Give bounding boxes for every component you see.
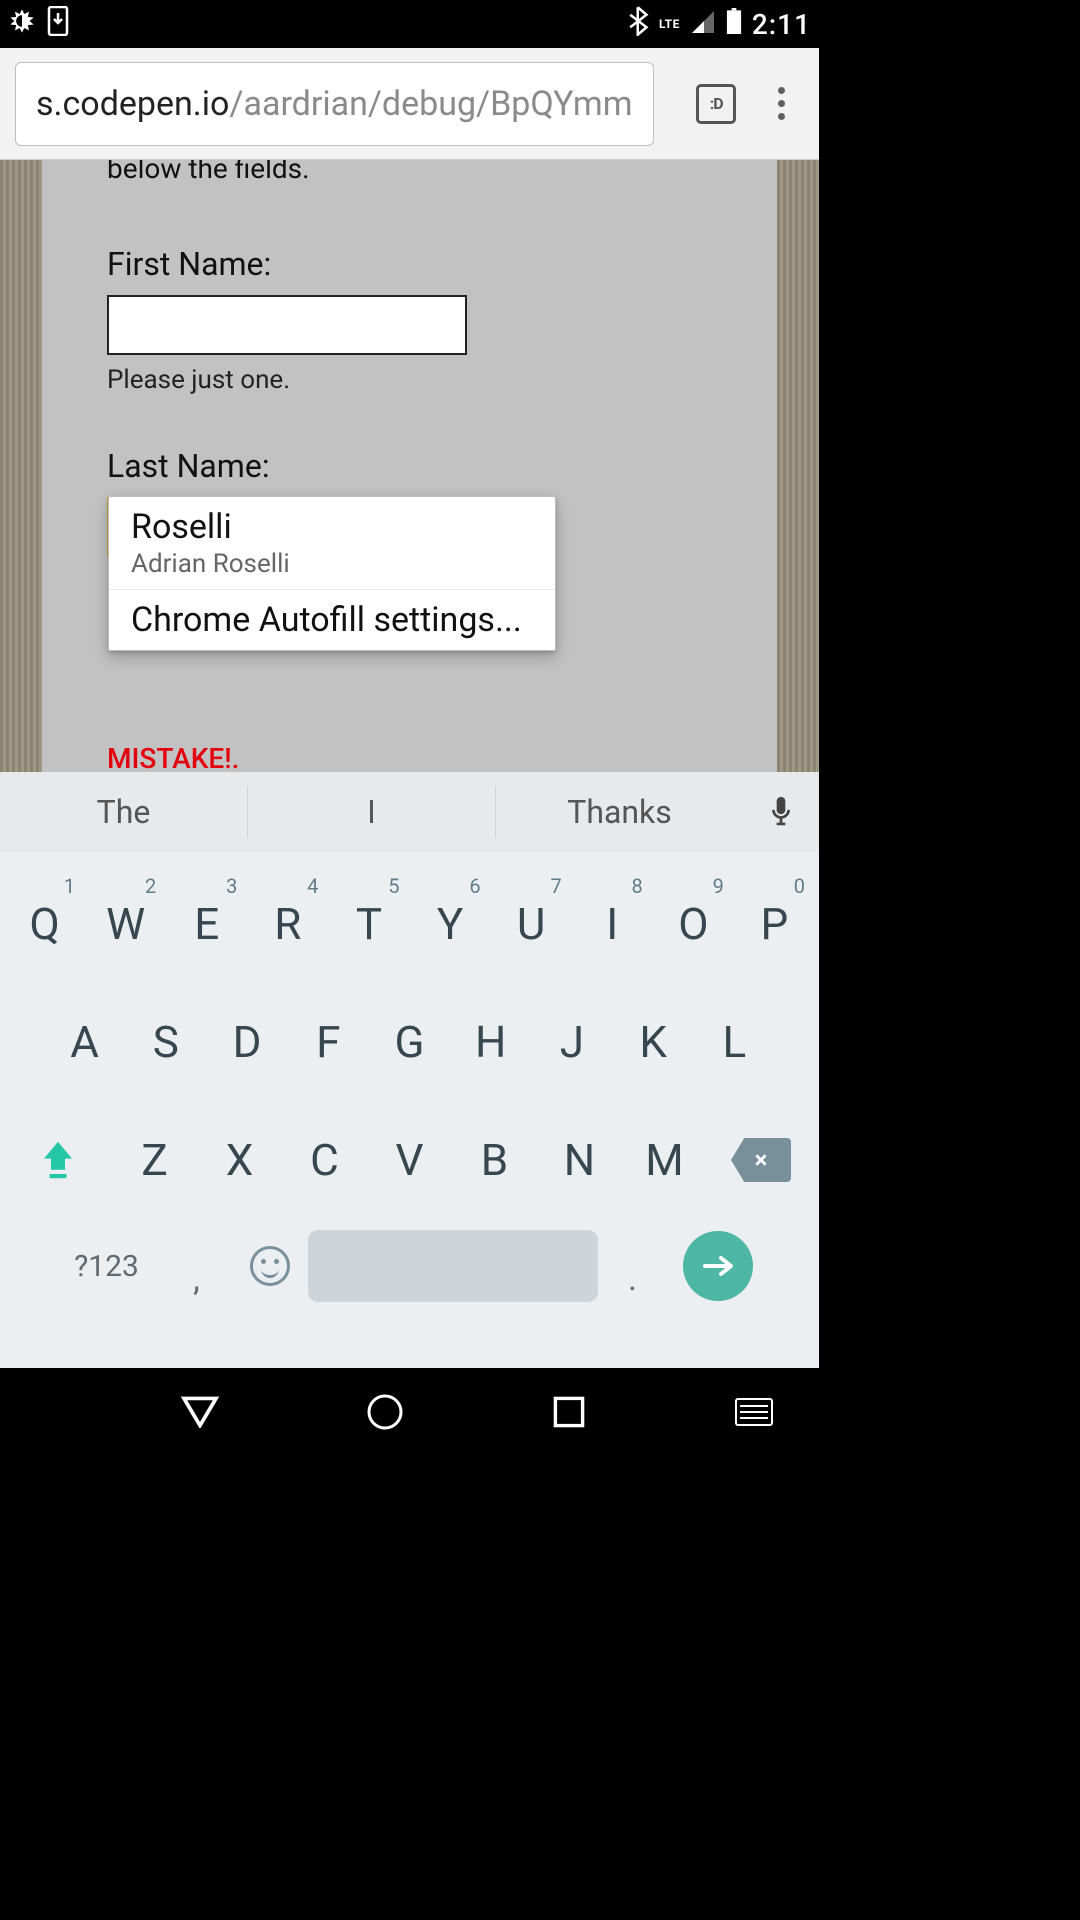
first-name-hint: Please just one. <box>107 365 712 395</box>
symbols-key[interactable]: ?123 <box>52 1249 162 1284</box>
enter-key[interactable] <box>668 1231 768 1301</box>
download-icon <box>46 6 70 43</box>
bluetooth-icon <box>629 6 649 43</box>
key-n[interactable]: N <box>537 1110 622 1210</box>
first-name-field-block: First Name: Please just one. <box>107 245 712 395</box>
suggestion-2[interactable]: I <box>248 786 496 838</box>
key-l[interactable]: L <box>694 992 775 1092</box>
key-v[interactable]: V <box>367 1110 452 1210</box>
decorative-left-strip <box>0 160 42 772</box>
autofill-primary-text: Roselli <box>131 507 533 547</box>
brightness-icon <box>8 7 36 42</box>
key-d[interactable]: D <box>206 992 287 1092</box>
keyboard-icon <box>735 1398 773 1426</box>
key-i[interactable]: I8 <box>572 874 653 974</box>
emoji-icon <box>250 1246 290 1286</box>
autofill-suggestion[interactable]: Roselli Adrian Roselli <box>109 497 555 590</box>
backspace-key[interactable]: × <box>707 1110 815 1210</box>
tab-count-badge: :D <box>696 84 736 124</box>
suggestion-bar: The I Thanks <box>0 772 819 852</box>
key-u[interactable]: U7 <box>491 874 572 974</box>
voice-input-button[interactable] <box>743 794 819 830</box>
key-q[interactable]: Q1 <box>4 874 85 974</box>
ime-switcher-button[interactable] <box>729 1387 779 1437</box>
key-b[interactable]: B <box>452 1110 537 1210</box>
battery-icon <box>726 8 742 41</box>
first-name-input[interactable] <box>107 295 467 355</box>
home-button[interactable] <box>360 1387 410 1437</box>
decorative-right-strip <box>777 160 819 772</box>
web-content: below the fields. First Name: Please jus… <box>0 160 819 772</box>
backspace-icon: × <box>731 1138 791 1182</box>
android-status-bar: LTE 2:11 <box>0 0 819 48</box>
back-icon <box>181 1396 219 1428</box>
tab-switcher-button[interactable]: :D <box>694 77 739 131</box>
recents-button[interactable] <box>544 1387 594 1437</box>
autofill-dropdown: Roselli Adrian Roselli Chrome Autofill s… <box>108 496 556 651</box>
soft-keyboard: The I Thanks Q1W2E3R4T5Y6U7I8O9P0 ASDFGH… <box>0 772 819 1368</box>
enter-icon <box>683 1231 753 1301</box>
key-g[interactable]: G <box>369 992 450 1092</box>
suggestion-3[interactable]: Thanks <box>496 786 743 838</box>
overflow-menu-button[interactable] <box>759 77 804 131</box>
key-j[interactable]: J <box>531 992 612 1092</box>
signal-icon <box>690 8 716 41</box>
key-w[interactable]: W2 <box>85 874 166 974</box>
key-p[interactable]: P0 <box>734 874 815 974</box>
more-vert-icon <box>778 87 785 120</box>
first-name-label: First Name: <box>107 245 712 283</box>
key-o[interactable]: O9 <box>653 874 734 974</box>
key-c[interactable]: C <box>282 1110 367 1210</box>
autofill-settings-link[interactable]: Chrome Autofill settings... <box>109 590 555 650</box>
suggestion-1[interactable]: The <box>0 786 248 838</box>
microphone-icon <box>768 794 794 830</box>
browser-toolbar: s.codepen.io/aardrian/debug/BpQYmm :D <box>0 48 819 160</box>
emoji-key[interactable] <box>232 1246 308 1286</box>
key-x[interactable]: X <box>197 1110 282 1210</box>
key-k[interactable]: K <box>613 992 694 1092</box>
key-r[interactable]: R4 <box>247 874 328 974</box>
shift-key[interactable] <box>4 1110 112 1210</box>
home-icon <box>365 1392 405 1432</box>
error-message: MISTAKE!. <box>107 742 712 772</box>
key-y[interactable]: Y6 <box>410 874 491 974</box>
key-s[interactable]: S <box>125 992 206 1092</box>
network-type-label: LTE <box>659 17 680 31</box>
partial-paragraph: below the fields. <box>107 160 712 185</box>
clock: 2:11 <box>752 8 811 41</box>
page-body: below the fields. First Name: Please jus… <box>42 160 777 772</box>
key-h[interactable]: H <box>450 992 531 1092</box>
key-z[interactable]: Z <box>112 1110 197 1210</box>
key-m[interactable]: M <box>622 1110 707 1210</box>
key-f[interactable]: F <box>288 992 369 1092</box>
key-t[interactable]: T5 <box>328 874 409 974</box>
back-button[interactable] <box>175 1387 225 1437</box>
key-e[interactable]: E3 <box>166 874 247 974</box>
recents-icon <box>552 1395 586 1429</box>
autofill-secondary-text: Adrian Roselli <box>131 549 533 579</box>
url-host: s.codepen.io <box>36 84 229 124</box>
url-bar[interactable]: s.codepen.io/aardrian/debug/BpQYmm <box>15 62 654 146</box>
space-key[interactable] <box>308 1230 598 1302</box>
comma-key[interactable]: , <box>162 1233 232 1299</box>
url-path: /aardrian/debug/BpQYmm <box>229 84 632 124</box>
android-nav-bar <box>0 1368 819 1456</box>
shift-icon <box>40 1139 76 1181</box>
last-name-label: Last Name: <box>107 447 712 485</box>
period-key[interactable]: . <box>598 1233 668 1299</box>
key-a[interactable]: A <box>44 992 125 1092</box>
